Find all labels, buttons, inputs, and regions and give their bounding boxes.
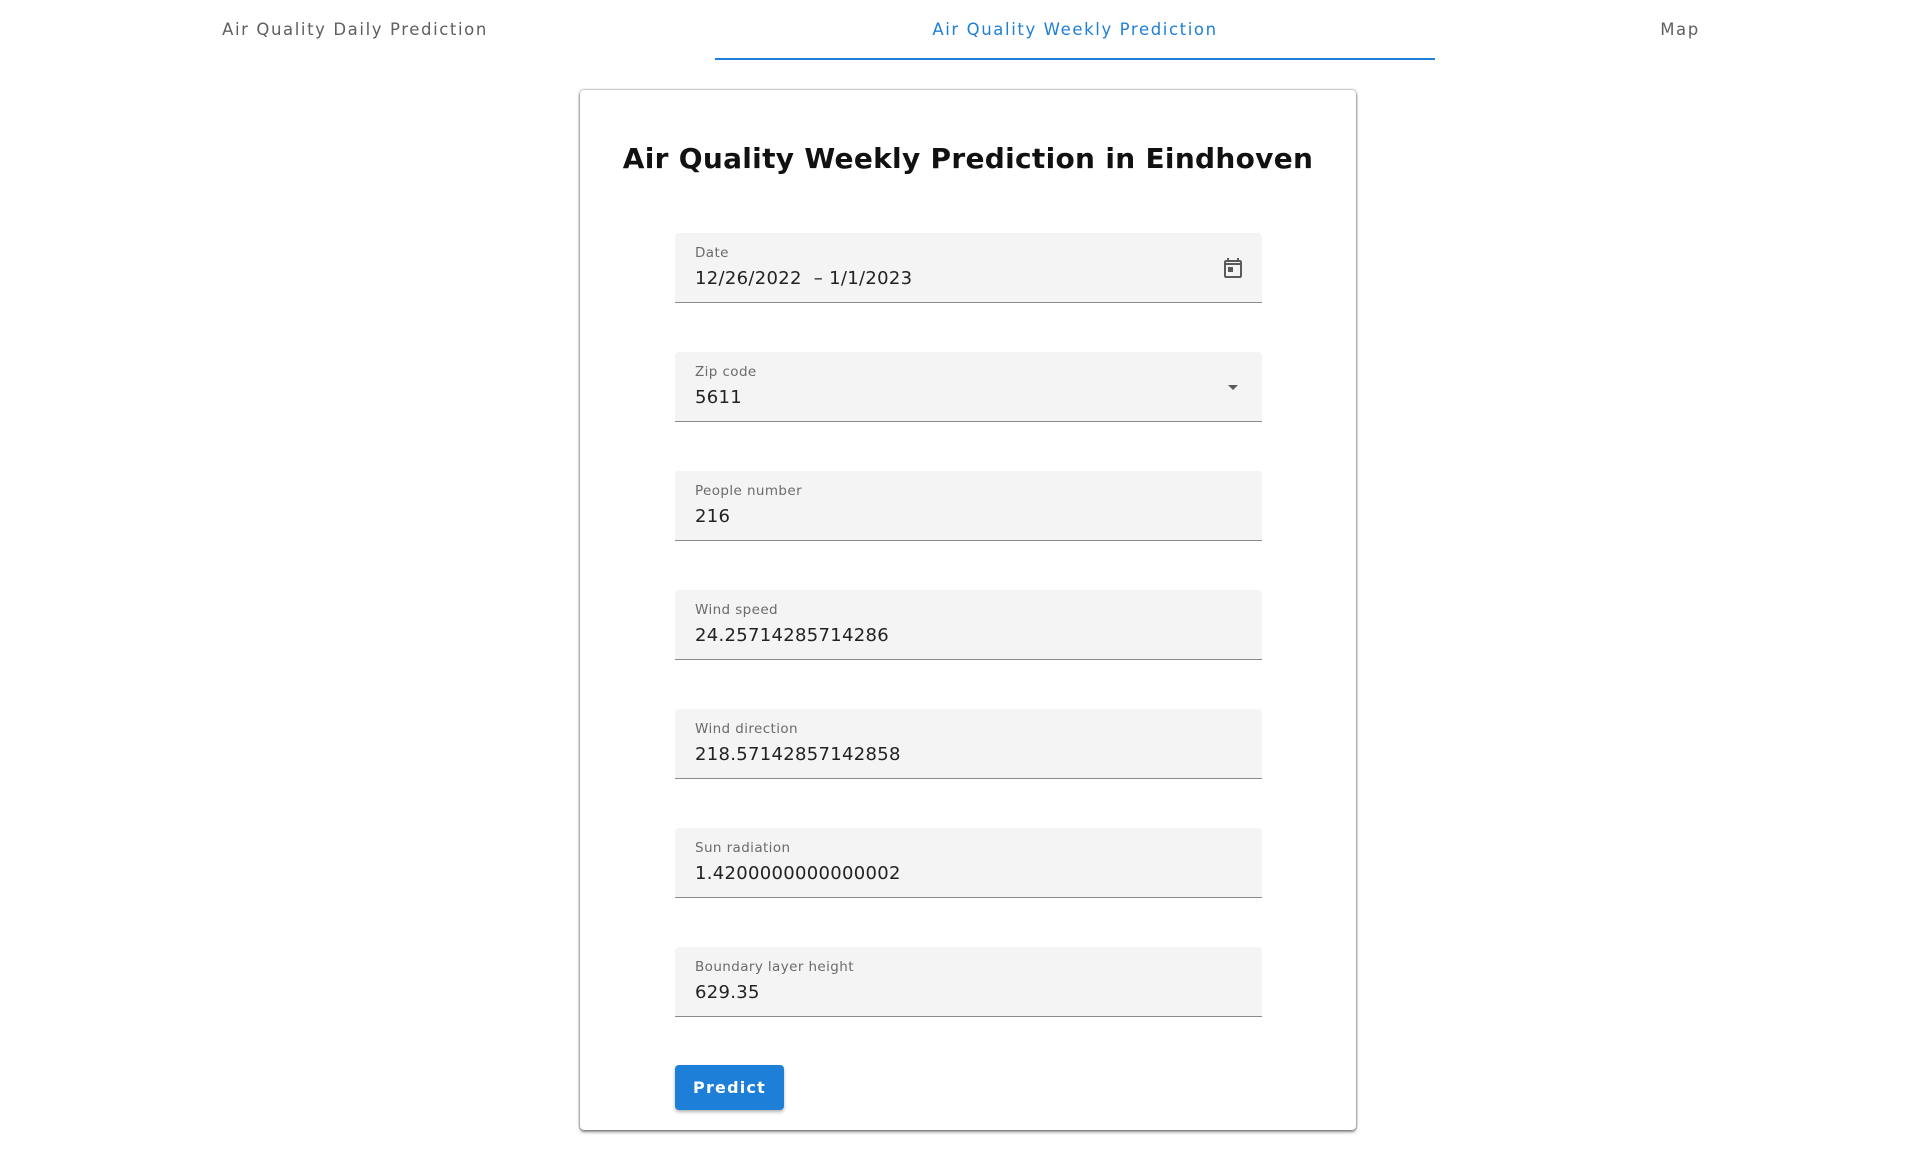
tab-map[interactable]: Map: [1440, 0, 1920, 60]
wind-direction-label: Wind direction: [695, 721, 798, 737]
tab-map-label: Map: [1660, 19, 1700, 39]
dropdown-arrow-icon[interactable]: [1220, 374, 1246, 400]
wind-direction-field[interactable]: Wind direction 218.57142857142858: [675, 709, 1262, 779]
boundary-layer-height-value: 629.35: [695, 982, 760, 1003]
wind-direction-value: 218.57142857142858: [695, 744, 901, 765]
sun-radiation-field[interactable]: Sun radiation 1.4200000000000002: [675, 828, 1262, 898]
predict-button[interactable]: Predict: [675, 1065, 784, 1110]
tab-weekly-prediction-label: Air Quality Weekly Prediction: [932, 19, 1218, 39]
people-number-label: People number: [695, 483, 803, 499]
tab-bar: Air Quality Daily Prediction Air Quality…: [0, 0, 1920, 60]
wind-speed-value: 24.25714285714286: [695, 625, 890, 646]
sun-radiation-label: Sun radiation: [695, 840, 791, 856]
boundary-layer-height-field[interactable]: Boundary layer height 629.35: [675, 947, 1262, 1017]
zip-code-select[interactable]: Zip code 5611: [675, 352, 1262, 422]
boundary-layer-height-label: Boundary layer height: [695, 959, 854, 975]
date-label: Date: [695, 245, 729, 261]
date-value: 12/26/2022 – 1/1/2023: [695, 268, 913, 289]
people-number-value: 216: [695, 506, 731, 527]
prediction-form-card: Air Quality Weekly Prediction in Eindhov…: [580, 90, 1356, 1130]
zip-code-value: 5611: [695, 387, 743, 408]
tab-weekly-prediction[interactable]: Air Quality Weekly Prediction: [710, 0, 1440, 60]
zip-code-label: Zip code: [695, 364, 757, 380]
form-title: Air Quality Weekly Prediction in Eindhov…: [622, 142, 1314, 175]
calendar-icon[interactable]: [1220, 255, 1246, 281]
tab-daily-prediction-label: Air Quality Daily Prediction: [222, 19, 488, 39]
date-range-field[interactable]: Date 12/26/2022 – 1/1/2023: [675, 233, 1262, 303]
wind-speed-label: Wind speed: [695, 602, 779, 618]
tab-daily-prediction[interactable]: Air Quality Daily Prediction: [0, 0, 710, 60]
people-number-field[interactable]: People number 216: [675, 471, 1262, 541]
wind-speed-field[interactable]: Wind speed 24.25714285714286: [675, 590, 1262, 660]
sun-radiation-value: 1.4200000000000002: [695, 863, 901, 884]
